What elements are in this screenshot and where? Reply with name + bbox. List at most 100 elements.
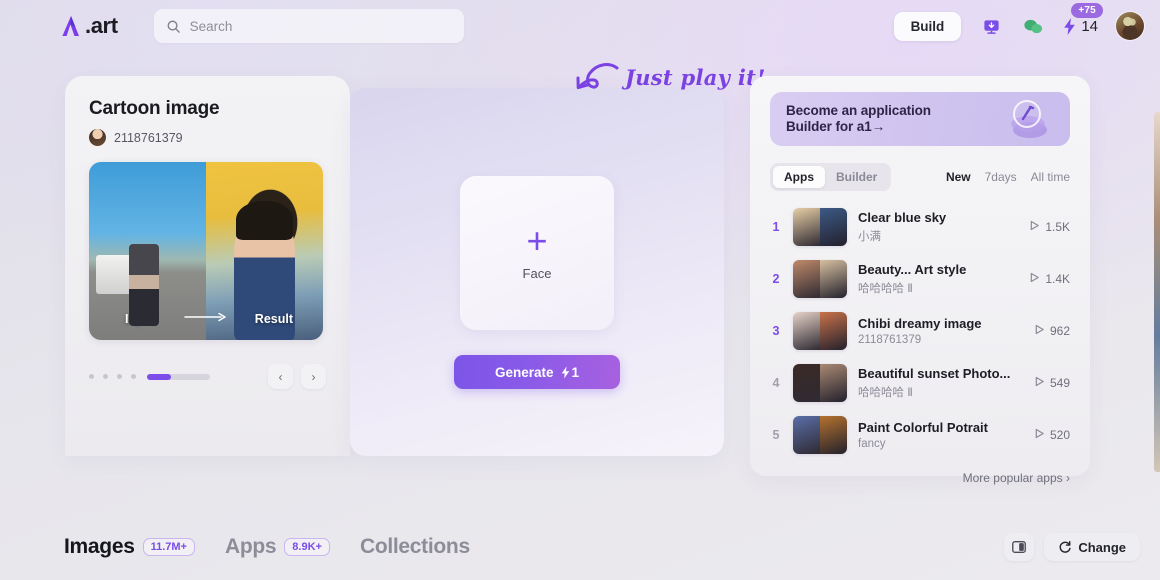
- builder-promo-banner[interactable]: Become an application Builder for a1→: [770, 92, 1070, 146]
- thumbnail-left: [793, 416, 820, 454]
- thumbnail-right: [820, 312, 847, 350]
- range-all-time[interactable]: All time: [1031, 170, 1070, 184]
- author-row[interactable]: 2118761379: [89, 129, 326, 146]
- list-item[interactable]: 5 Paint Colorful Potrait fancy 520: [770, 409, 1070, 461]
- app-thumbnail: [793, 416, 847, 454]
- banner-line-1: Become an application: [786, 103, 931, 118]
- carousel-nav: ‹ ›: [268, 364, 326, 389]
- more-popular-apps-link[interactable]: More popular apps ›: [770, 471, 1070, 485]
- rank-number: 5: [772, 428, 780, 442]
- list-item[interactable]: 2 Beauty... Art style 哈哈哈哈 Ⅱ 1.4K: [770, 253, 1070, 305]
- chat-bubbles-icon[interactable]: [1021, 14, 1045, 38]
- carousel-dot[interactable]: [103, 374, 108, 379]
- play-count-icon: [1034, 428, 1045, 442]
- app-title: Paint Colorful Potrait: [858, 420, 988, 435]
- credits-indicator[interactable]: 14 +75: [1063, 2, 1103, 35]
- annotation-text: Just play it!: [625, 64, 766, 90]
- popular-apps-list: 1 Clear blue sky 小满 1.5K 2 Beauty... Art styl…: [770, 201, 1070, 461]
- search-input[interactable]: [189, 18, 452, 34]
- bottom-nav-apps-label: Apps: [224, 535, 277, 558]
- app-logo[interactable]: .art: [60, 13, 118, 39]
- rank-number: 1: [772, 220, 780, 234]
- plus-icon: +: [526, 219, 548, 261]
- carousel-dots[interactable]: [89, 374, 136, 379]
- build-button[interactable]: Build: [893, 11, 962, 41]
- play-count-icon: [1034, 324, 1045, 338]
- carousel-dot[interactable]: [131, 374, 136, 379]
- search-bar[interactable]: [153, 9, 464, 43]
- tab-apps[interactable]: Apps: [773, 166, 825, 188]
- thumbnail-right: [820, 416, 847, 454]
- tab-builder[interactable]: Builder: [825, 166, 888, 188]
- app-title: Beauty... Art style: [858, 262, 967, 277]
- before-after-preview[interactable]: Input Result: [89, 162, 323, 340]
- app-thumbnail: [793, 260, 847, 298]
- chevron-right-icon: ›: [1066, 471, 1070, 485]
- range-new[interactable]: New: [946, 170, 971, 184]
- bottom-nav-collections[interactable]: Collections: [360, 535, 470, 559]
- thumbnail-right: [820, 260, 847, 298]
- bottom-nav: Images 11.7M+ Apps 8.9K+ Collections: [64, 535, 470, 559]
- carousel-controls: ‹ ›: [89, 364, 326, 389]
- app-info: Clear blue sky 小满: [858, 210, 1018, 244]
- bottom-nav-images[interactable]: Images 11.7M+: [64, 535, 195, 559]
- credits-value: 14: [1081, 17, 1098, 35]
- app-title: Beautiful sunset Photo...: [858, 366, 1011, 381]
- app-title: Chibi dreamy image: [858, 316, 982, 331]
- lightning-bolt-icon: [561, 366, 570, 379]
- page-title: Cartoon image: [89, 98, 220, 119]
- play-count: 962: [1034, 324, 1070, 338]
- bottom-nav-images-label: Images: [64, 535, 135, 558]
- play-count-value: 520: [1049, 428, 1070, 442]
- inbox-download-icon[interactable]: [979, 14, 1003, 38]
- list-item[interactable]: 1 Clear blue sky 小满 1.5K: [770, 201, 1070, 253]
- app-author: 哈哈哈哈 Ⅱ: [858, 283, 913, 295]
- offscreen-image-strip: [1154, 112, 1160, 472]
- generation-panel: + Face Generate 1: [350, 88, 724, 456]
- bottom-nav-apps[interactable]: Apps 8.9K+: [225, 535, 330, 559]
- app-info: Beauty... Art style 哈哈哈哈 Ⅱ: [858, 262, 1018, 296]
- carousel-progress-track[interactable]: [147, 373, 210, 380]
- time-range-filters: New 7days All time: [946, 170, 1070, 184]
- bottom-bar-actions: Change: [1004, 533, 1140, 561]
- thumbnail-left: [793, 208, 820, 246]
- app-info: Chibi dreamy image 2118761379: [858, 316, 1023, 346]
- face-upload-dropzone[interactable]: + Face: [460, 176, 614, 330]
- thumbnail-left: [793, 260, 820, 298]
- header-tools: Build 14 +75: [893, 2, 1144, 41]
- avatar[interactable]: [1116, 12, 1144, 40]
- app-thumbnail: [793, 312, 847, 350]
- thumbnail-left: [793, 364, 820, 402]
- app-author: 2118761379: [858, 334, 922, 346]
- carousel-prev-button[interactable]: ‹: [268, 364, 293, 389]
- list-item[interactable]: 4 Beautiful sunset Photo... 哈哈哈哈 Ⅱ 549: [770, 357, 1070, 409]
- apps-filters: Apps Builder New 7days All time: [770, 163, 1070, 191]
- banner-text: Become an application Builder for a1→: [786, 103, 931, 135]
- carousel-dot[interactable]: [89, 374, 94, 379]
- rank-number: 4: [772, 376, 780, 390]
- refresh-icon: [1058, 540, 1072, 554]
- play-count-icon: [1029, 220, 1040, 234]
- list-item[interactable]: 3 Chibi dreamy image 2118761379 962: [770, 305, 1070, 357]
- bottom-nav-apps-count: 8.9K+: [284, 538, 330, 556]
- generate-button[interactable]: Generate 1: [454, 355, 620, 389]
- thumbnail-right: [820, 208, 847, 246]
- credits-bonus-badge: +75: [1071, 2, 1103, 18]
- lightning-bolt-icon: [1063, 17, 1076, 35]
- play-count: 1.4K: [1029, 272, 1070, 286]
- panel-layout-icon[interactable]: [1004, 533, 1035, 561]
- arrow-right-icon: [183, 312, 229, 322]
- app-title: Clear blue sky: [858, 210, 947, 225]
- carousel-dot[interactable]: [117, 374, 122, 379]
- generate-label: Generate: [494, 364, 554, 380]
- play-count: 520: [1034, 428, 1070, 442]
- change-label: Change: [1078, 539, 1126, 555]
- app-info: Paint Colorful Potrait fancy: [858, 420, 1023, 450]
- carousel-next-button[interactable]: ›: [301, 364, 326, 389]
- upload-label: Face: [522, 265, 552, 281]
- range-7days[interactable]: 7days: [985, 170, 1017, 184]
- app-author: fancy: [858, 438, 886, 450]
- change-button[interactable]: Change: [1044, 533, 1140, 561]
- a-art-logo-icon: [60, 14, 82, 38]
- banner-line-2: Builder for a1→: [786, 119, 886, 134]
